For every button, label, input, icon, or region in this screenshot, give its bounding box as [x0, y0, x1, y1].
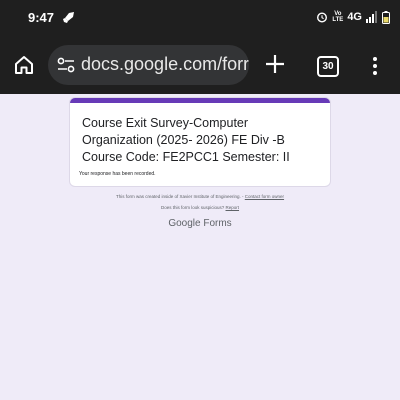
- form-confirmation-card: Course Exit Survey-Computer Organization…: [70, 98, 330, 186]
- site-settings-icon[interactable]: [57, 57, 75, 73]
- home-icon[interactable]: [13, 54, 35, 76]
- clock-time: 9:47: [28, 10, 55, 25]
- alarm-icon: [317, 12, 328, 23]
- form-title: Course Exit Survey-Computer Organization…: [82, 116, 290, 164]
- signal-icon: [366, 11, 377, 23]
- response-recorded-message: Your response has been recorded.: [79, 171, 156, 177]
- tab-count: 30: [322, 61, 334, 72]
- form-origin-note: This form was created inside of Xavier I…: [115, 194, 285, 199]
- battery-icon: [382, 10, 390, 24]
- logo-google: Google: [168, 218, 201, 229]
- browser-toolbar: docs.google.com/forr 30: [0, 36, 400, 94]
- contact-owner-link[interactable]: Contact form owner: [245, 194, 284, 199]
- created-text: This form was created inside of Xavier I…: [115, 194, 241, 199]
- suspicious-text: Does this form look suspicious?: [160, 205, 225, 210]
- menu-icon[interactable]: [372, 56, 378, 76]
- url-text[interactable]: docs.google.com/forr: [81, 54, 249, 75]
- rocket-icon: [63, 12, 74, 23]
- address-bar[interactable]: docs.google.com/forr: [48, 45, 249, 85]
- report-note: Does this form look suspicious? Report: [0, 205, 400, 210]
- status-icons: Vo LTE 4G: [316, 9, 390, 25]
- tab-switcher-button[interactable]: 30: [317, 56, 339, 77]
- google-forms-logo[interactable]: Google Forms: [0, 218, 400, 229]
- network-type: 4G: [347, 11, 362, 23]
- volte-label: Vo LTE: [332, 11, 344, 23]
- status-bar: 9:47 Vo LTE 4G: [0, 0, 400, 36]
- new-tab-icon[interactable]: [263, 52, 287, 76]
- logo-forms: Forms: [203, 218, 232, 229]
- report-link[interactable]: Report: [226, 205, 240, 210]
